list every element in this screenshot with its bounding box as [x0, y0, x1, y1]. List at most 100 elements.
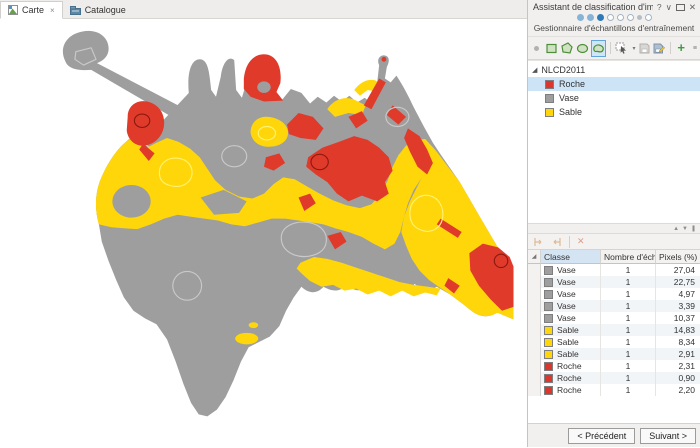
- select-dropdown-icon[interactable]: ▾: [632, 45, 635, 52]
- cell-nombre: 1: [601, 348, 656, 360]
- previous-button[interactable]: < Précédent: [568, 428, 635, 444]
- sample-table-row[interactable]: Roche 1 2,20: [528, 384, 700, 396]
- column-header-classe[interactable]: Classe: [541, 250, 601, 264]
- sample-table-row[interactable]: Sable 1 14,83: [528, 324, 700, 336]
- cell-classe: Vase: [541, 312, 601, 324]
- row-selector-cell[interactable]: [528, 300, 541, 312]
- save-samples-button[interactable]: [638, 41, 649, 56]
- row-selector-cell[interactable]: [528, 372, 541, 384]
- sample-table-row[interactable]: Roche 1 2,31: [528, 360, 700, 372]
- table-empty-area: [528, 396, 700, 423]
- class-color-swatch: [544, 338, 553, 347]
- row-selector-cell[interactable]: [528, 324, 541, 336]
- cell-classe: Sable: [541, 336, 601, 348]
- next-button[interactable]: Suivant >: [640, 428, 696, 444]
- cell-nombre: 1: [601, 300, 656, 312]
- column-header-nombre[interactable]: Nombre d'éch.: [601, 250, 656, 264]
- cell-pixels: 3,39: [656, 300, 700, 312]
- wizard-step-dot: [607, 14, 614, 21]
- pane-subtitle: Gestionnaire d'échantillons d'entraîneme…: [528, 22, 700, 36]
- class-tree-item[interactable]: Roche: [528, 77, 700, 91]
- class-tree-item[interactable]: Vase: [528, 91, 700, 105]
- toolbar-separator: [610, 42, 611, 54]
- cell-nombre: 1: [601, 324, 656, 336]
- help-icon[interactable]: ?: [657, 2, 662, 12]
- column-header-pixels[interactable]: Pixels (%): [656, 250, 700, 264]
- rectangle-tool-icon: [546, 43, 557, 54]
- circle-tool-button[interactable]: [576, 41, 589, 56]
- sample-table-row[interactable]: Vase 1 10,37: [528, 312, 700, 324]
- tab-close-icon[interactable]: ×: [50, 6, 55, 15]
- sample-table-row[interactable]: Sable 1 8,34: [528, 336, 700, 348]
- cell-pixels: 4,97: [656, 288, 700, 300]
- polygon-tool-button[interactable]: [560, 41, 573, 56]
- row-selector-cell[interactable]: [528, 276, 541, 288]
- row-selector-cell[interactable]: [528, 384, 541, 396]
- wizard-step-dot: [587, 14, 594, 21]
- collapse-down-icon[interactable]: ▼: [682, 226, 688, 232]
- cell-pixels: 2,20: [656, 384, 700, 396]
- cell-classe-label: Roche: [557, 361, 582, 371]
- cell-classe-label: Vase: [557, 265, 576, 275]
- cell-classe-label: Sable: [557, 349, 579, 359]
- delete-sample-icon[interactable]: ✕: [577, 237, 585, 246]
- class-label: Vase: [559, 93, 579, 103]
- class-color-swatch: [545, 94, 554, 103]
- pane-float-icon[interactable]: [676, 4, 685, 11]
- wizard-step-dot: [637, 15, 642, 20]
- row-selector-cell[interactable]: [528, 348, 541, 360]
- class-color-swatch: [545, 108, 554, 117]
- pane-splitter[interactable]: ▲ ▼ ❚: [528, 223, 700, 233]
- pane-menu-icon[interactable]: ∨: [666, 2, 672, 12]
- save-edits-icon: [653, 43, 665, 54]
- select-sample-button[interactable]: [615, 41, 628, 56]
- map-view-section: Carte × Catalogue: [0, 0, 528, 447]
- sample-table-row[interactable]: Vase 1 27,04: [528, 264, 700, 276]
- wizard-step-dot: [577, 14, 584, 21]
- training-samples-table: ◢ Classe Nombre d'éch. Pixels (%) Vase 1…: [528, 250, 700, 423]
- row-selector-cell[interactable]: [528, 264, 541, 276]
- sample-table-row[interactable]: Vase 1 22,75: [528, 276, 700, 288]
- tab-catalogue[interactable]: Catalogue: [63, 2, 133, 18]
- save-edits-button[interactable]: [653, 41, 665, 56]
- split-samples-icon[interactable]: [550, 237, 562, 247]
- sample-table-row[interactable]: Vase 1 4,97: [528, 288, 700, 300]
- table-header-row: ◢ Classe Nombre d'éch. Pixels (%): [528, 250, 700, 264]
- class-color-swatch: [544, 350, 553, 359]
- merge-samples-icon[interactable]: [533, 237, 545, 247]
- rectangle-tool-button[interactable]: [545, 41, 556, 56]
- cell-classe: Vase: [541, 300, 601, 312]
- toolbar-separator: [670, 42, 671, 54]
- cell-classe-label: Roche: [557, 385, 582, 395]
- cell-nombre: 1: [601, 264, 656, 276]
- samples-table-toolbar: ✕: [528, 233, 700, 250]
- map-canvas[interactable]: [0, 19, 527, 447]
- tree-group-nlcd2011[interactable]: ◢ NLCD2011: [528, 63, 700, 77]
- sample-table-row[interactable]: Sable 1 2,91: [528, 348, 700, 360]
- class-color-swatch: [544, 386, 553, 395]
- vase-inner-patch: [257, 81, 270, 93]
- row-selector-cell[interactable]: [528, 312, 541, 324]
- class-tree-item[interactable]: Sable: [528, 105, 700, 119]
- add-class-button[interactable]: +: [676, 41, 687, 56]
- sample-table-row[interactable]: Vase 1 3,39: [528, 300, 700, 312]
- toolbar-options-icon[interactable]: ≡: [693, 45, 697, 52]
- cell-pixels: 14,83: [656, 324, 700, 336]
- splitter-grip-icon: ❚: [691, 225, 696, 232]
- collapse-up-icon[interactable]: ▲: [673, 226, 679, 232]
- cell-classe-label: Vase: [557, 289, 576, 299]
- sample-table-row[interactable]: Roche 1 0,90: [528, 372, 700, 384]
- freehand-tool-icon: [592, 43, 605, 54]
- add-class-icon: +: [677, 43, 685, 53]
- row-selector-cell[interactable]: [528, 360, 541, 372]
- freehand-tool-button[interactable]: [592, 41, 605, 56]
- pane-title: Assistant de classification d'images: [533, 2, 653, 12]
- cell-classe: Sable: [541, 324, 601, 336]
- point-tool-button[interactable]: [531, 41, 542, 56]
- tree-expander-icon[interactable]: ◢: [532, 66, 537, 74]
- pane-close-icon[interactable]: ✕: [689, 2, 696, 12]
- row-selector-cell[interactable]: [528, 288, 541, 300]
- row-selector-header: ◢: [528, 250, 541, 264]
- tab-carte[interactable]: Carte ×: [0, 1, 63, 19]
- row-selector-cell[interactable]: [528, 336, 541, 348]
